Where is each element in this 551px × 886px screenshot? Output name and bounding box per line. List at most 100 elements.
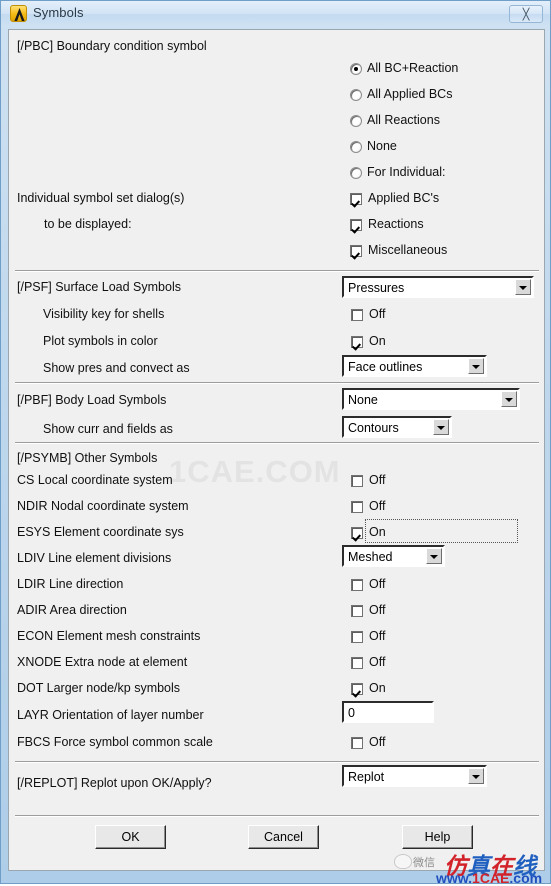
separator-3: [15, 442, 539, 444]
combo-value-replot: Replot: [348, 770, 385, 784]
psymb-row-label-layr: LAYR Orientation of layer number: [17, 708, 204, 722]
chevron-down-icon[interactable]: [515, 279, 531, 295]
combo-replot-upon-ok-apply[interactable]: Replot: [342, 765, 487, 787]
combo-ldiv-line-element-divisions[interactable]: Meshed: [342, 545, 445, 567]
chevron-down-icon[interactable]: [468, 358, 484, 374]
layr-orientation-input[interactable]: 0: [342, 701, 434, 723]
checkbox-esys-element-coordinate-sys[interactable]: [351, 527, 363, 539]
checkbox-plot-symbols-in-color[interactable]: [351, 336, 363, 348]
psymb-row-label-adir: ADIR Area direction: [17, 603, 127, 617]
checkbox-ldir-line-direction[interactable]: [351, 579, 363, 591]
radio-label-all-bc-reaction: All BC+Reaction: [367, 61, 459, 75]
ansys-logo-icon: [10, 5, 27, 22]
ok-button-label: OK: [121, 830, 140, 844]
separator-4: [15, 761, 539, 763]
psymb-row-label-ldir: LDIR Line direction: [17, 577, 124, 591]
checkbox-xnode-extra-node-at-element[interactable]: [351, 657, 363, 669]
psymb-row-label-ldiv: LDIV Line element divisions: [17, 551, 172, 565]
close-icon[interactable]: ╳: [509, 5, 543, 23]
combo-body-load-symbols[interactable]: None: [342, 388, 520, 410]
cancel-button[interactable]: Cancel: [248, 825, 319, 849]
checkbox-econ-element-mesh-constraints[interactable]: [351, 631, 363, 643]
radio-label-for-individual: For Individual:: [367, 165, 446, 179]
radio-label-all-reactions: All Reactions: [367, 113, 440, 127]
checkbox-reactions[interactable]: [350, 219, 362, 231]
individual-symbol-set-label: Individual symbol set dialog(s): [17, 191, 185, 205]
radio-label-all-applied-bcs: All Applied BCs: [367, 87, 453, 101]
checkbox-dot-larger-node-kp-symbols[interactable]: [351, 683, 363, 695]
chevron-down-icon[interactable]: [433, 419, 449, 435]
checkbox-state-plot-symbols-color: On: [369, 334, 386, 348]
to-be-displayed-label: to be displayed:: [44, 217, 132, 231]
psf-row-label-plot-symbols-color: Plot symbols in color: [43, 334, 158, 348]
checkbox-state-adir: Off: [369, 603, 386, 617]
chevron-down-icon[interactable]: [426, 548, 442, 564]
pbf-row-label-show-curr-fields: Show curr and fields as: [43, 422, 173, 436]
layr-orientation-value: 0: [348, 706, 355, 720]
symbols-dialog-window: Symbols ╳ 1CAE.COM [/PBC] Boundary condi…: [0, 0, 551, 884]
radio-all-reactions[interactable]: [350, 115, 362, 127]
separator-2: [15, 382, 539, 384]
checkbox-state-cs: Off: [369, 473, 386, 487]
checkbox-state-econ: Off: [369, 629, 386, 643]
radio-none[interactable]: [350, 141, 362, 153]
combo-show-pres-and-convect-as[interactable]: Face outlines: [342, 355, 487, 377]
checkbox-state-xnode: Off: [369, 655, 386, 669]
checkbox-label-miscellaneous: Miscellaneous: [368, 243, 448, 257]
combo-value-body-load-symbols: None: [348, 393, 378, 407]
checkbox-cs-local-coordinate-system[interactable]: [351, 475, 363, 487]
help-button-label: Help: [424, 830, 451, 844]
psymb-row-label-fbcs: FBCS Force symbol common scale: [17, 735, 213, 749]
radio-for-individual[interactable]: [350, 167, 362, 179]
help-button[interactable]: Help: [402, 825, 473, 849]
window-title: Symbols: [33, 5, 84, 20]
psymb-row-label-esys: ESYS Element coordinate sys: [17, 525, 184, 539]
checkbox-state-visibility-key: Off: [369, 307, 386, 321]
checkbox-state-ldir: Off: [369, 577, 386, 591]
replot-heading: [/REPLOT] Replot upon OK/Apply?: [17, 776, 212, 790]
title-bar: Symbols ╳: [1, 1, 550, 27]
psf-row-label-visibility-key: Visibility key for shells: [43, 307, 165, 321]
combo-value-show-curr-and-fields-as: Contours: [348, 421, 399, 435]
combo-value-surface-load-symbols: Pressures: [348, 281, 405, 295]
radio-label-none: None: [367, 139, 397, 153]
separator-1: [15, 270, 539, 272]
checkbox-state-fbcs: Off: [369, 735, 386, 749]
psymb-row-label-econ: ECON Element mesh constraints: [17, 629, 201, 643]
separator-5: [15, 815, 539, 817]
psymb-row-label-cs: CS Local coordinate system: [17, 473, 173, 487]
checkbox-fbcs-force-symbol-common-scale[interactable]: [351, 737, 363, 749]
focus-indicator-esys: [365, 519, 518, 543]
checkbox-visibility-key-for-shells[interactable]: [351, 309, 363, 321]
watermark-center: 1CAE.COM: [169, 454, 341, 489]
psf-heading: [/PSF] Surface Load Symbols: [17, 280, 181, 294]
psymb-row-label-dot: DOT Larger node/kp symbols: [17, 681, 181, 695]
ok-button[interactable]: OK: [95, 825, 166, 849]
combo-value-show-pres-and-convect-as: Face outlines: [348, 360, 423, 374]
chevron-down-icon[interactable]: [468, 768, 484, 784]
checkbox-miscellaneous[interactable]: [350, 245, 362, 257]
checkbox-state-ndir: Off: [369, 499, 386, 513]
radio-all-bc-reaction[interactable]: [350, 63, 362, 75]
combo-show-curr-and-fields-as[interactable]: Contours: [342, 416, 452, 438]
pbc-heading: [/PBC] Boundary condition symbol: [17, 39, 207, 53]
psf-row-label-show-pres-convect: Show pres and convect as: [43, 361, 190, 375]
combo-value-ldiv: Meshed: [348, 550, 393, 564]
psymb-row-label-ndir: NDIR Nodal coordinate system: [17, 499, 189, 513]
checkbox-state-dot: On: [369, 681, 386, 695]
dialog-client-area: 1CAE.COM [/PBC] Boundary condition symbo…: [8, 29, 545, 871]
radio-all-applied-bcs[interactable]: [350, 89, 362, 101]
chevron-down-icon[interactable]: [501, 391, 517, 407]
psymb-heading: [/PSYMB] Other Symbols: [17, 451, 158, 465]
combo-surface-load-symbols[interactable]: Pressures: [342, 276, 534, 298]
close-glyph: ╳: [522, 7, 530, 21]
psymb-row-label-xnode: XNODE Extra node at element: [17, 655, 188, 669]
checkbox-label-reactions: Reactions: [368, 217, 424, 231]
checkbox-adir-area-direction[interactable]: [351, 605, 363, 617]
cancel-button-label: Cancel: [264, 830, 303, 844]
checkbox-state-esys: On: [369, 525, 386, 539]
checkbox-label-applied-bcs: Applied BC's: [368, 191, 440, 205]
pbf-heading: [/PBF] Body Load Symbols: [17, 393, 167, 407]
checkbox-ndir-nodal-coordinate-system[interactable]: [351, 501, 363, 513]
checkbox-applied-bcs[interactable]: [350, 193, 362, 205]
